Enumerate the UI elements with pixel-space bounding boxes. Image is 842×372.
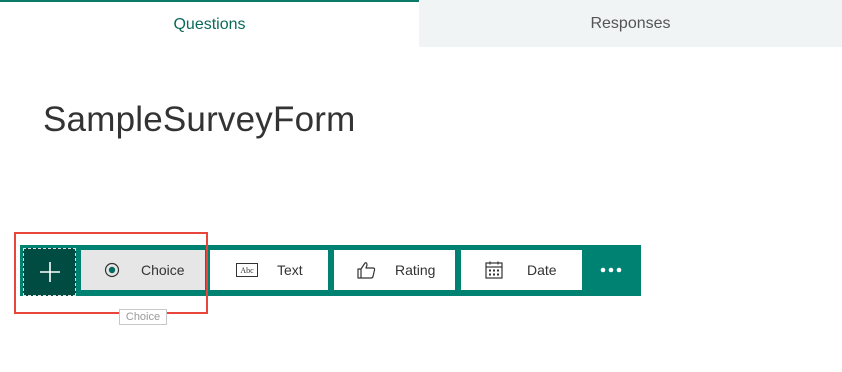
text-label: Text xyxy=(277,262,303,278)
form-title[interactable]: SampleSurveyForm xyxy=(43,100,355,140)
more-options-button[interactable] xyxy=(590,250,632,290)
tab-responses-label: Responses xyxy=(590,14,671,32)
choice-button[interactable]: Choice xyxy=(81,250,205,290)
date-button[interactable]: Date xyxy=(461,250,582,290)
add-question-button[interactable] xyxy=(23,248,76,296)
choice-tooltip: Choice xyxy=(119,309,167,325)
thumbs-up-icon xyxy=(354,250,378,290)
rating-label: Rating xyxy=(395,262,436,278)
choice-label: Choice xyxy=(141,262,185,278)
text-abc-icon: Abc xyxy=(235,250,259,290)
radio-button-icon xyxy=(101,250,123,290)
rating-button[interactable]: Rating xyxy=(334,250,455,290)
date-label: Date xyxy=(527,262,557,278)
plus-icon xyxy=(39,262,60,282)
add-question-toolbar: Choice Abc Text Rating Date xyxy=(20,245,641,296)
text-button[interactable]: Abc Text xyxy=(210,250,328,290)
tab-bar: Questions Responses xyxy=(0,0,842,47)
calendar-icon xyxy=(483,250,505,290)
svg-text:Abc: Abc xyxy=(240,266,254,275)
tab-questions-label: Questions xyxy=(173,15,246,33)
tab-responses[interactable]: Responses xyxy=(419,0,842,47)
more-ellipsis-icon xyxy=(600,267,622,273)
tab-questions[interactable]: Questions xyxy=(0,0,419,47)
